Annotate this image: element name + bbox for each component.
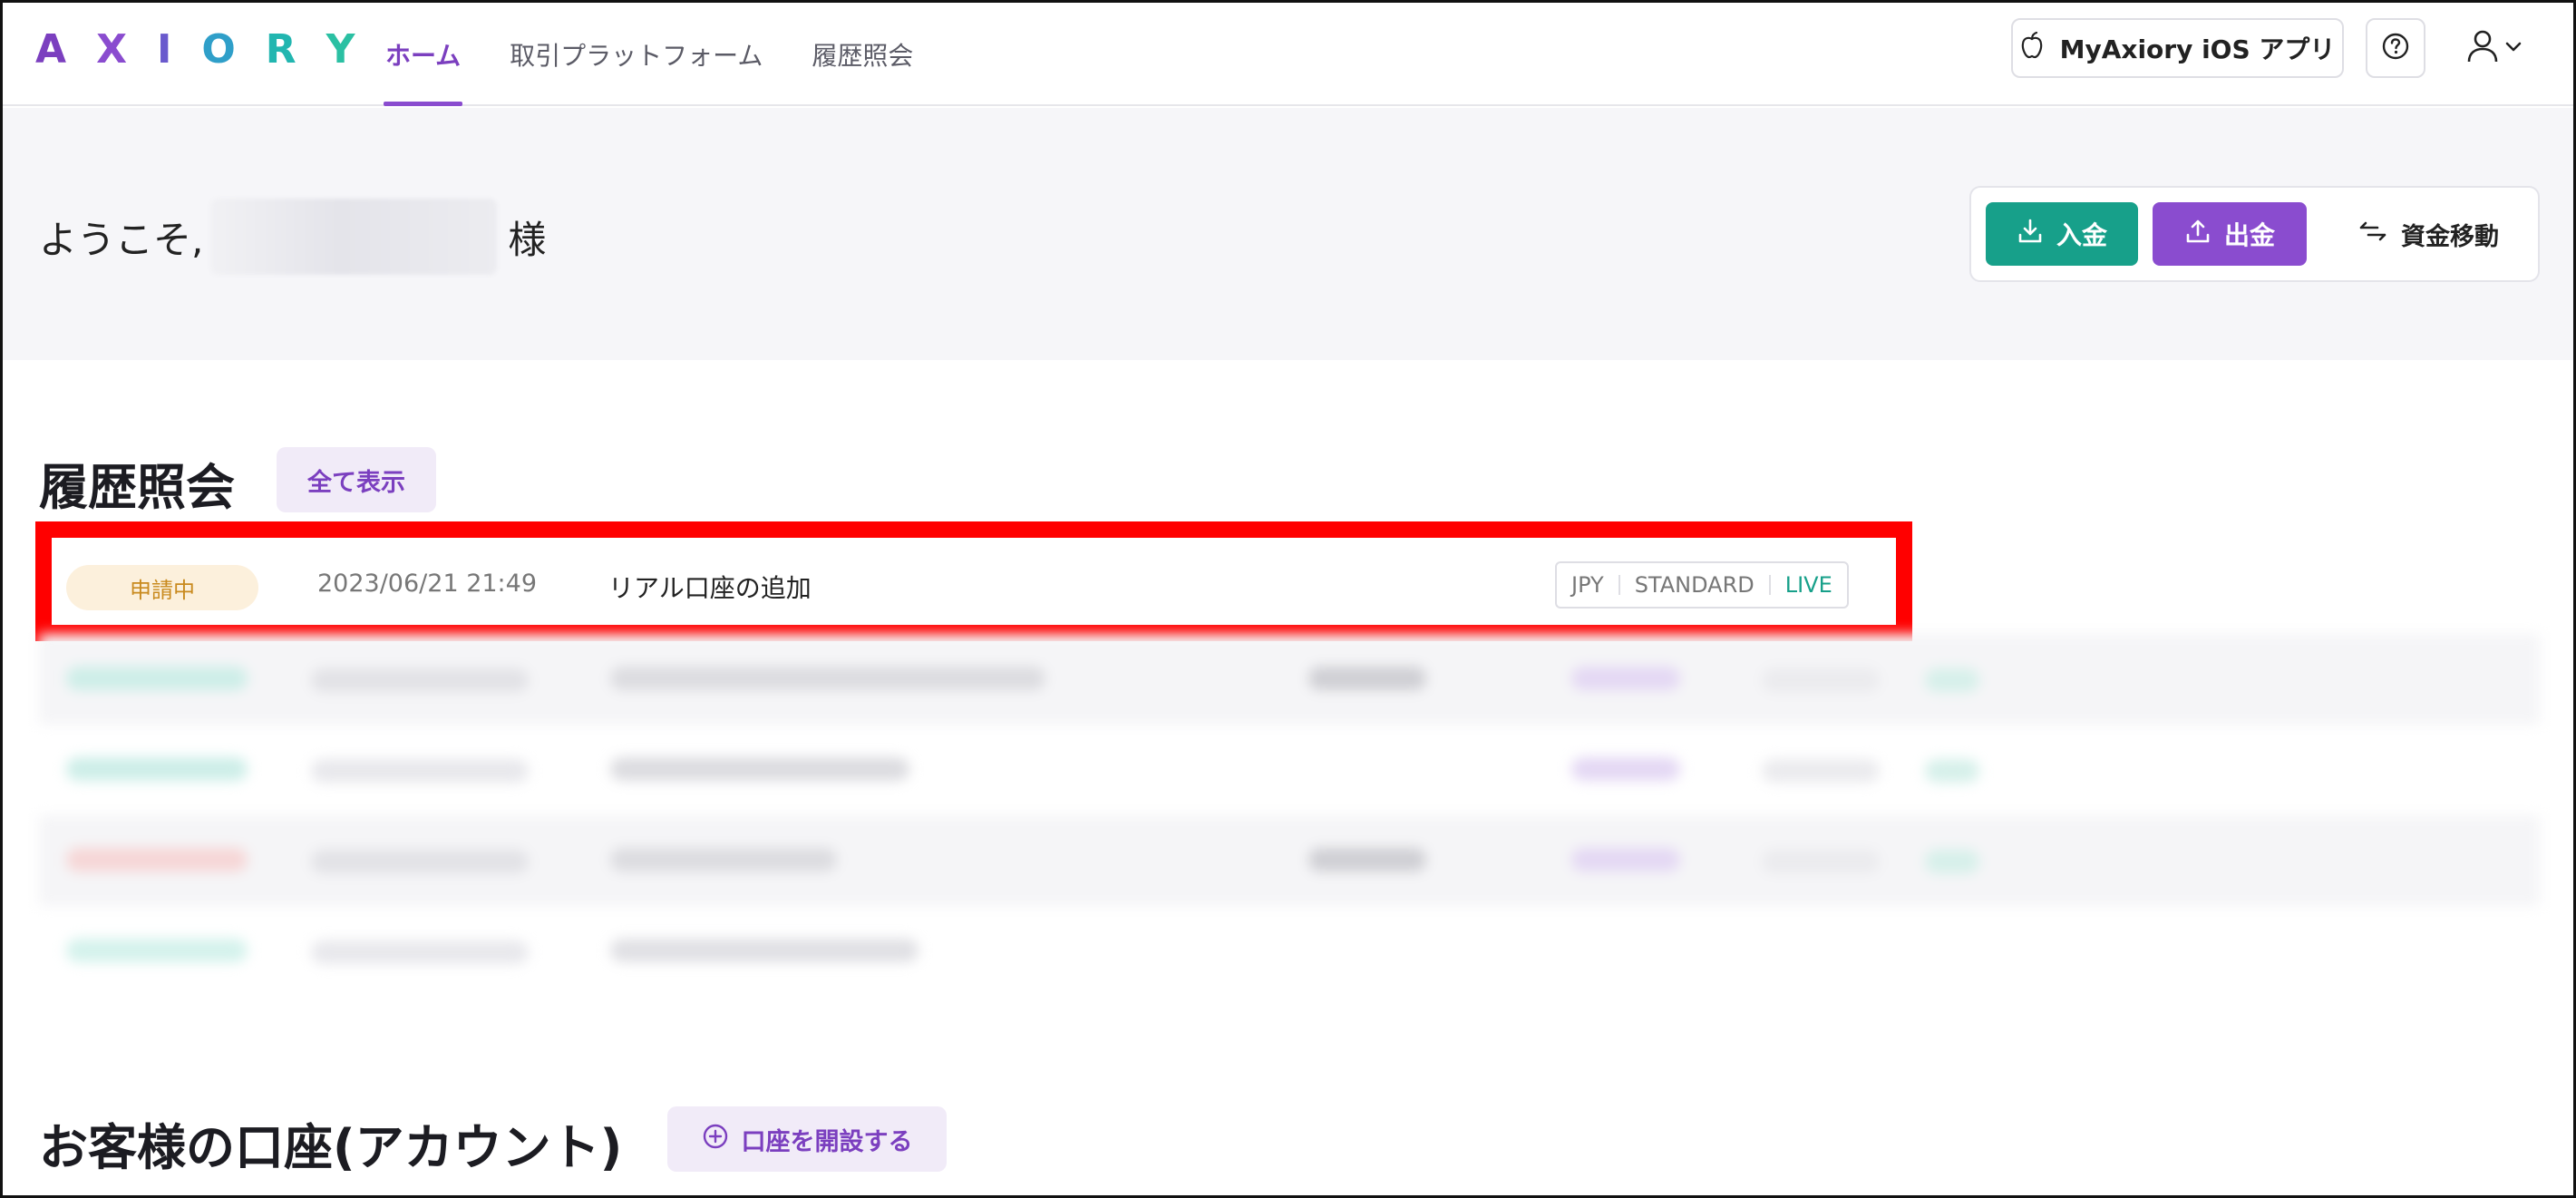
- row-datetime: 2023/06/21 21:49: [317, 570, 538, 598]
- withdraw-label: 出金: [2223, 220, 2275, 250]
- main-nav: ホーム 取引プラットフォーム 履歴照会: [384, 3, 915, 106]
- transfer-label: 資金移動: [2401, 222, 2499, 251]
- page-frame: A X I O R Y ホーム 取引プラットフォーム 履歴照会 MyAxiory…: [0, 0, 2576, 1198]
- apple-icon: [2020, 31, 2044, 65]
- ios-app-label: MyAxiory iOS アプリ: [2059, 34, 2336, 64]
- honorific-suffix: 様: [508, 217, 547, 262]
- open-account-button[interactable]: 口座を開設する: [667, 1106, 947, 1172]
- help-button[interactable]: [2366, 18, 2425, 78]
- blurred-table-row: [39, 725, 2540, 815]
- logo-letter-r: R: [265, 26, 298, 73]
- blurred-table-row: [39, 815, 2540, 906]
- logo-letter-y: Y: [326, 26, 357, 73]
- row-description: リアル口座の追加: [608, 573, 812, 603]
- logo-letter-a: A: [35, 26, 69, 73]
- logo-letter-o: O: [201, 26, 238, 73]
- deposit-button[interactable]: 入金: [1986, 202, 2138, 266]
- greeting-text: ようこそ,: [39, 217, 204, 262]
- tag-currency: JPY: [1571, 572, 1604, 598]
- tag-account-type: STANDARD: [1634, 572, 1755, 598]
- tag-divider: [1768, 575, 1771, 595]
- blurred-username: [210, 199, 498, 275]
- logo-letter-x: X: [96, 26, 129, 73]
- funds-action-group: 入金 出金 資金移動: [1969, 186, 2540, 282]
- status-badge: 申請中: [66, 565, 258, 610]
- accounts-section-title: お客様の口座(アカウント): [39, 1119, 623, 1176]
- history-section-title: 履歴照会: [39, 459, 235, 516]
- blurred-table-row: [39, 906, 946, 997]
- welcome-greeting: ようこそ, 様: [39, 199, 546, 275]
- table-row[interactable]: 申請中 2023/06/21 21:49 リアル口座の追加 JPY STANDA…: [52, 538, 1896, 625]
- nav-history[interactable]: 履歴照会: [810, 3, 915, 106]
- transfer-arrows-icon: [2357, 219, 2388, 249]
- open-account-label: 口座を開設する: [741, 1127, 913, 1156]
- tag-live: LIVE: [1784, 572, 1832, 598]
- top-header: A X I O R Y ホーム 取引プラットフォーム 履歴照会 MyAxiory…: [3, 3, 2573, 106]
- ios-app-button[interactable]: MyAxiory iOS アプリ: [2011, 18, 2344, 78]
- plus-circle-icon: [702, 1123, 729, 1156]
- logo-letter-i: I: [157, 26, 174, 73]
- fund-transfer-button[interactable]: 資金移動: [2327, 202, 2530, 266]
- download-icon: [2017, 218, 2044, 251]
- axiory-logo[interactable]: A X I O R Y: [35, 26, 357, 73]
- welcome-banner: ようこそ, 様 入金 出金 資金移動: [3, 108, 2573, 360]
- user-icon: [2466, 29, 2499, 67]
- upload-icon: [2184, 218, 2211, 251]
- help-icon: [2381, 32, 2410, 64]
- deposit-label: 入金: [2056, 220, 2107, 250]
- user-menu-button[interactable]: [2454, 23, 2535, 73]
- chevron-down-icon: [2504, 40, 2523, 57]
- nav-home[interactable]: ホーム: [384, 3, 463, 106]
- account-tags: JPY STANDARD LIVE: [1555, 561, 1849, 609]
- nav-trading-platform[interactable]: 取引プラットフォーム: [508, 3, 764, 106]
- show-all-button[interactable]: 全て表示: [277, 447, 436, 512]
- withdraw-button[interactable]: 出金: [2153, 202, 2307, 266]
- tag-divider: [1618, 575, 1620, 595]
- blurred-table-row: [39, 634, 2540, 725]
